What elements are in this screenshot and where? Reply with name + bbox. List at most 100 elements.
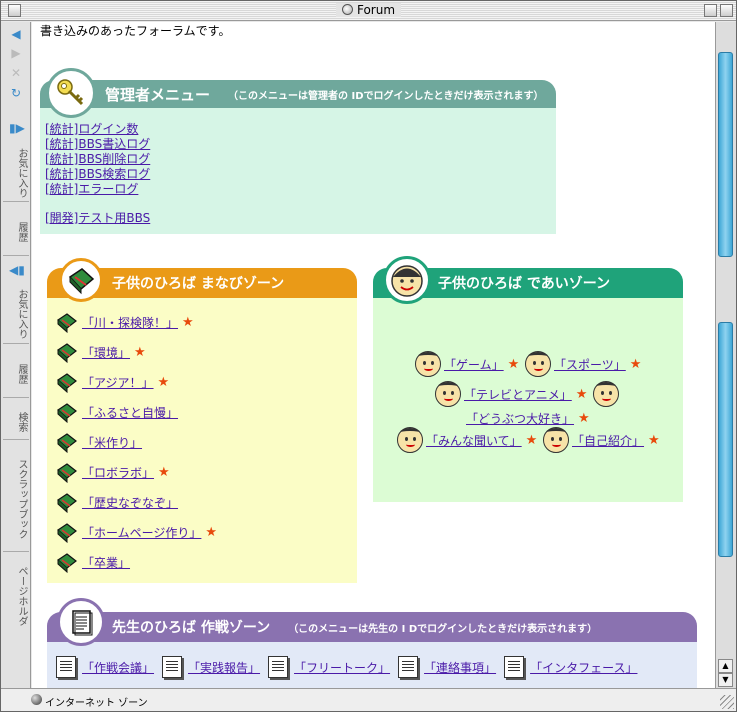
sensei-item-notice[interactable]: 「連絡事項」 [398, 656, 496, 678]
book-pen-icon [56, 551, 78, 574]
sidebar-tab-favorites[interactable]: お気に入り [3, 140, 29, 202]
deai-item-animals[interactable]: 「どうぶつ大好き」 ★ [466, 410, 590, 427]
deai-zone-title: 子供のひろば であいゾーン [438, 276, 611, 292]
manabi-item-hometown[interactable]: 「ふるさと自慢」 [56, 401, 178, 424]
child-face-icon [415, 351, 441, 377]
document-icon [504, 656, 525, 678]
child-face-icon [397, 427, 423, 453]
deai-item-tv-anime[interactable]: 「テレビとアニメ」 ★ [435, 381, 622, 407]
scroll-thumb-bottom[interactable] [718, 322, 733, 557]
collapse-button[interactable] [720, 4, 733, 17]
manabi-item-river[interactable]: 「川・探検隊！」 ★ [56, 311, 194, 334]
manabi-item-history-quiz[interactable]: 「歴史なぞなぞ」 [56, 491, 178, 514]
scroll-thumb-top[interactable] [718, 52, 733, 257]
star-icon: ★ [158, 464, 170, 480]
vertical-scrollbar[interactable]: ▲ ▼ [715, 22, 736, 688]
deai-item-game[interactable]: 「ゲーム」 ★ [415, 351, 519, 377]
deai-item-sports[interactable]: 「スポーツ」 ★ [525, 351, 641, 377]
sensei-zone-note: （このメニューは先生の I Dでログインしたときだけ表示されます） [288, 623, 598, 635]
admin-menu-title: 管理者メニュー [105, 85, 211, 104]
zoom-button[interactable] [704, 4, 717, 17]
internet-zone-icon [31, 694, 42, 705]
window-title: Forum [1, 3, 736, 17]
key-icon [46, 68, 96, 118]
child-face-icon [383, 256, 431, 304]
admin-link-error-log[interactable]: [統計]エラーログ [45, 182, 556, 197]
star-icon: ★ [157, 374, 170, 390]
star-icon: ★ [525, 432, 538, 448]
manabi-item-homepage[interactable]: 「ホームページ作り」 ★ [56, 521, 217, 544]
sidebar-tab-history[interactable]: 履歴 [3, 204, 29, 256]
sensei-item-report[interactable]: 「実践報告」 [162, 656, 260, 678]
sidebar-tab-scrapbook[interactable]: スクラップブック [3, 442, 29, 552]
book-pen-icon [56, 371, 78, 394]
star-icon: ★ [507, 356, 520, 372]
manabi-item-environment[interactable]: 「環境」 ★ [56, 341, 146, 364]
child-face-icon [435, 381, 461, 407]
intro-text: 書き込みのあったフォーラムです。 [40, 24, 231, 38]
star-icon: ★ [648, 432, 660, 448]
deai-zone-panel: 子供のひろば であいゾーン [373, 254, 683, 504]
forward-icon[interactable]: ▶ [9, 47, 23, 59]
refresh-icon[interactable]: ↻ [9, 87, 23, 99]
sidebar-tab-page-holder[interactable]: ページホルダ [3, 554, 29, 634]
sidebar-tab-favorites-2[interactable]: お気に入り [3, 280, 29, 344]
document-icon [57, 598, 105, 646]
stop-icon[interactable]: ✕ [9, 67, 23, 79]
sensei-zone-title: 先生のひろば 作戦ゾーン [112, 620, 271, 636]
book-pen-icon [56, 401, 78, 424]
child-face-icon [525, 351, 551, 377]
sensei-item-interface[interactable]: 「インタフェース」 [504, 656, 637, 678]
admin-link-test-bbs[interactable]: [開発]テスト用BBS [45, 211, 556, 226]
document-icon [398, 656, 419, 678]
back-icon[interactable]: ◀ [9, 28, 23, 40]
scroll-down-arrow[interactable]: ▼ [718, 673, 733, 687]
admin-link-login-count[interactable]: [統計]ログイン数 [45, 122, 556, 137]
admin-menu-header: 管理者メニュー （このメニューは管理者の IDでログインしたときだけ表示されます… [40, 80, 556, 108]
admin-menu-panel: 管理者メニュー （このメニューは管理者の IDでログインしたときだけ表示されます… [40, 68, 556, 234]
document-icon [162, 656, 183, 678]
sidebar-toggle-icon[interactable]: ▮▶ [9, 122, 25, 134]
book-pen-icon [59, 258, 103, 302]
scroll-up-arrow[interactable]: ▲ [718, 659, 733, 673]
sidebar-tab-search[interactable]: 検索 [3, 400, 29, 440]
sidebar-tab-history-2[interactable]: 履歴 [3, 346, 29, 398]
document-icon [56, 656, 76, 678]
page-content: 書き込みのあったフォーラムです。 管理者メニュー （このメニューは管理者の ID… [32, 22, 715, 688]
sensei-item-strategy[interactable]: 「作戦会議」 [56, 656, 154, 678]
manabi-zone-title: 子供のひろば まなびゾーン [112, 276, 285, 292]
child-face-icon [593, 381, 620, 407]
admin-menu-body: [統計]ログイン数 [統計]BBS書込ログ [統計]BBS削除ログ [統計]BB… [40, 108, 556, 234]
book-pen-icon [56, 311, 78, 334]
sidebar-collapse-icon[interactable]: ◀▮ [9, 264, 25, 276]
sensei-item-free-talk[interactable]: 「フリートーク」 [268, 656, 390, 678]
child-face-icon [543, 427, 569, 453]
manabi-item-graduation[interactable]: 「卒業」 [56, 551, 130, 574]
admin-link-bbs-post-log[interactable]: [統計]BBS書込ログ [45, 137, 556, 152]
book-pen-icon [56, 521, 78, 544]
admin-link-bbs-delete-log[interactable]: [統計]BBS削除ログ [45, 152, 556, 167]
book-pen-icon [56, 461, 78, 484]
star-icon: ★ [182, 314, 194, 330]
explorer-sidebar: ◀ ▶ ✕ ↻ ▮▶ お気に入り 履歴 ◀▮ お気に入り 履歴 検索 スクラップ… [1, 22, 31, 688]
title-bar[interactable]: Forum [1, 1, 736, 21]
admin-menu-note: （このメニューは管理者の IDでログインしたときだけ表示されます） [228, 90, 544, 102]
globe-icon [341, 4, 353, 15]
manabi-item-robolab[interactable]: 「ロボラボ」 ★ [56, 461, 170, 484]
book-pen-icon [56, 491, 78, 514]
manabi-item-rice[interactable]: 「米作り」 [56, 431, 142, 454]
browser-window: Forum ◀ ▶ ✕ ↻ ▮▶ お気に入り 履歴 ◀▮ お気に入り 履歴 検索… [0, 0, 737, 712]
star-icon: ★ [578, 411, 590, 426]
star-icon: ★ [134, 344, 146, 360]
admin-link-bbs-search-log[interactable]: [統計]BBS検索ログ [45, 167, 556, 182]
sensei-zone-header: 先生のひろば 作戦ゾーン （このメニューは先生の I Dでログインしたときだけ表… [47, 612, 697, 642]
star-icon: ★ [575, 386, 588, 402]
deai-item-self-intro[interactable]: 「自己紹介」 ★ [543, 427, 660, 453]
book-pen-icon [56, 341, 78, 364]
document-icon [268, 656, 289, 678]
book-pen-icon [56, 431, 78, 454]
status-bar: インターネット ゾーン [1, 688, 736, 711]
manabi-item-asia[interactable]: 「アジア！」 ★ [56, 371, 170, 394]
resize-handle[interactable] [720, 695, 734, 709]
deai-item-listen[interactable]: 「みんな聞いて」 ★ [397, 427, 537, 453]
